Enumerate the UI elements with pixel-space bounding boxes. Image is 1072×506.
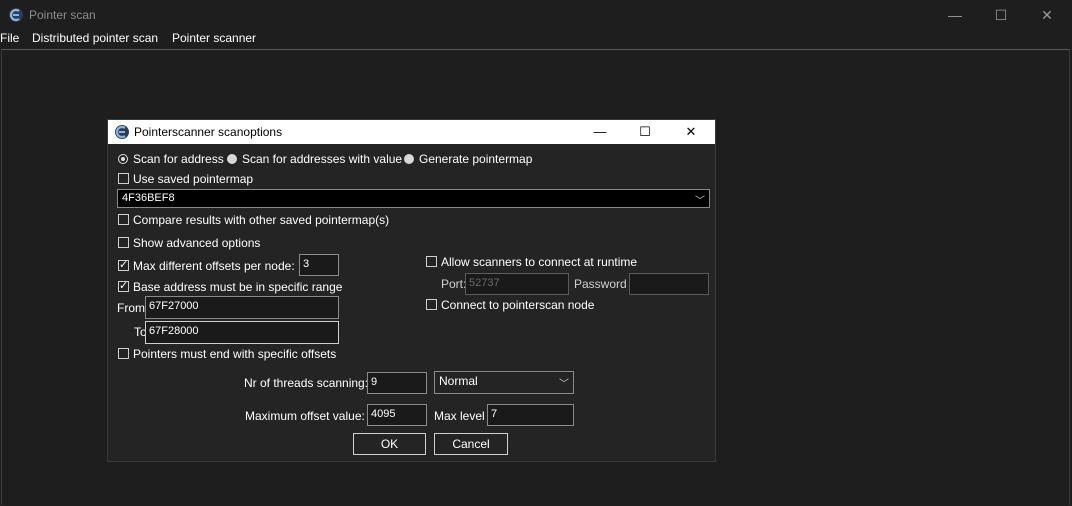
chevron-down-icon: ﹀ <box>695 196 705 207</box>
show-advanced-checkbox[interactable] <box>118 237 129 248</box>
chevron-down-icon: ﹀ <box>559 379 569 390</box>
menu-bar <box>0 30 1072 48</box>
threads-label: Nr of threads scanning: <box>244 376 369 390</box>
address-combobox[interactable]: 4F36BEF8 ﹀ <box>117 189 710 208</box>
max-offset-value-input[interactable]: 4095 <box>367 404 427 426</box>
pointers-end-checkbox[interactable] <box>118 348 129 359</box>
show-advanced-label: Show advanced options <box>133 236 261 250</box>
radio-scan-for-address-label: Scan for address <box>133 152 224 166</box>
window-title: Pointer scan <box>29 8 96 22</box>
radio-scan-for-value[interactable] <box>227 154 237 164</box>
minimize-button[interactable]: — <box>932 0 978 30</box>
dialog-maximize-button[interactable]: ☐ <box>622 120 668 144</box>
to-address-input[interactable]: 67F28000 <box>145 321 339 344</box>
dialog-minimize-button[interactable]: — <box>577 120 623 144</box>
max-offset-value-label: Maximum offset value: <box>245 409 365 423</box>
menu-pointer-scanner[interactable]: Pointer scanner <box>172 31 256 45</box>
port-input[interactable]: 52737 <box>465 273 569 295</box>
from-label: From <box>117 301 145 315</box>
pointers-end-label: Pointers must end with specific offsets <box>133 347 337 361</box>
from-address-input[interactable]: 67F27000 <box>145 296 339 319</box>
address-combobox-value: 4F36BEF8 <box>122 192 175 204</box>
max-offsets-checkbox[interactable] <box>118 258 129 271</box>
radio-scan-for-address[interactable] <box>118 154 128 164</box>
allow-scanners-checkbox[interactable] <box>426 256 437 267</box>
max-level-input[interactable]: 7 <box>487 404 574 426</box>
use-saved-pointermap-label: Use saved pointermap <box>133 172 254 186</box>
cancel-button[interactable]: Cancel <box>434 433 508 455</box>
menu-file[interactable]: File <box>0 31 19 45</box>
dialog-title: Pointerscanner scanoptions <box>134 125 283 139</box>
ok-button[interactable]: OK <box>353 433 426 455</box>
use-saved-pointermap-checkbox[interactable] <box>118 173 129 184</box>
radio-generate-pointermap[interactable] <box>404 154 414 164</box>
allow-scanners-label: Allow scanners to connect at runtime <box>441 255 638 269</box>
cheat-engine-logo-icon <box>115 125 129 139</box>
password-input[interactable] <box>629 273 709 295</box>
dialog-close-button[interactable]: ✕ <box>668 120 714 144</box>
menu-distributed-pointer-scan[interactable]: Distributed pointer scan <box>32 31 158 45</box>
connect-node-label: Connect to pointerscan node <box>441 298 595 312</box>
base-range-label: Base address must be in specific range <box>133 280 343 294</box>
maximize-button[interactable]: ☐ <box>978 0 1024 30</box>
window-titlebar <box>0 0 1072 30</box>
close-button[interactable]: ✕ <box>1024 0 1070 30</box>
base-range-checkbox[interactable] <box>118 279 129 292</box>
thread-priority-select[interactable]: Normal ﹀ <box>434 371 574 394</box>
radio-scan-for-value-label: Scan for addresses with value <box>242 152 403 166</box>
port-label: Port: <box>441 277 467 291</box>
thread-priority-value: Normal <box>439 374 478 388</box>
password-label: Password <box>574 277 627 291</box>
max-offsets-input[interactable]: 3 <box>299 254 339 276</box>
compare-results-checkbox[interactable] <box>118 214 129 225</box>
connect-node-checkbox[interactable] <box>426 299 437 310</box>
cheat-engine-logo-icon <box>9 8 23 22</box>
max-level-label: Max level <box>434 409 485 423</box>
max-offsets-label: Max different offsets per node: <box>133 259 295 273</box>
radio-generate-pointermap-label: Generate pointermap <box>419 152 533 166</box>
threads-input[interactable]: 9 <box>367 372 427 394</box>
compare-results-label: Compare results with other saved pointer… <box>133 213 390 227</box>
